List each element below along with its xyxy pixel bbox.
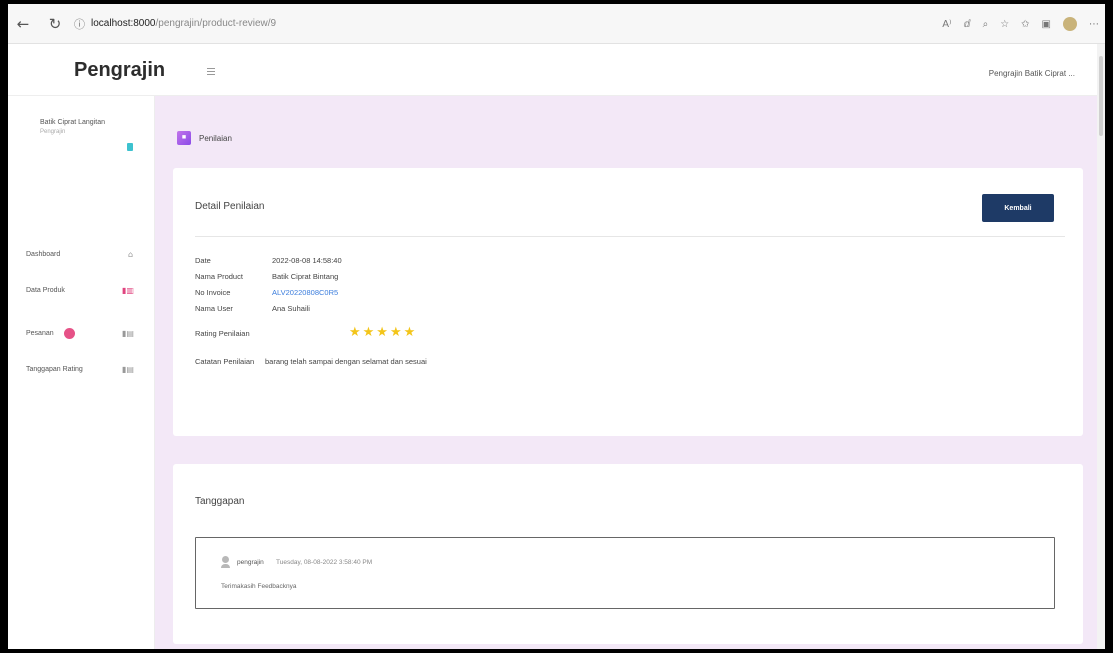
detail-card: Detail Penilaian Kembali Date 2022-08-08… — [173, 168, 1083, 436]
scrollbar-thumb[interactable] — [1099, 56, 1103, 136]
sidebar-item-label: Pesanan — [26, 330, 54, 337]
sidebar-item-label: Dashboard — [26, 251, 61, 258]
comment-time: Tuesday, 08-08-2022 3:58:40 PM — [276, 559, 373, 566]
comment-item: pengrajin Tuesday, 08-08-2022 3:58:40 PM… — [195, 537, 1055, 609]
field-value: Ana Suhaili — [272, 304, 310, 313]
user-menu[interactable]: Pengrajin Batik Ciprat ... — [989, 69, 1075, 78]
field-value: 2022-08-08 14:58:40 — [272, 256, 342, 265]
page-scrollbar[interactable] — [1097, 44, 1105, 649]
invoice-link[interactable]: ALV20220808C0R5 — [272, 288, 338, 297]
back-button[interactable]: Kembali — [982, 194, 1054, 222]
sidebar-item-data-produk[interactable]: Data Produk ▮▥ — [26, 286, 134, 295]
card-title: Tanggapan — [195, 496, 245, 507]
home-icon: ⌂ — [128, 250, 134, 259]
field-value: Batik Ciprat Bintang — [272, 272, 339, 281]
browser-actions: A⁾ ⅆ ⌕ ☆ ✩ ▣ ⋯ — [942, 4, 1099, 44]
field-label: Nama User — [195, 304, 233, 313]
profile-name: Batik Ciprat Langitan — [40, 119, 105, 126]
review-icon: ■ — [177, 131, 191, 145]
profile-icon[interactable] — [1063, 17, 1077, 31]
browser-toolbar: ← ↻ ⓘ localhost:8000 /pengrajin/product-… — [8, 4, 1105, 44]
favorites-icon[interactable]: ✩ — [1021, 19, 1029, 30]
app-window: ← ↻ ⓘ localhost:8000 /pengrajin/product-… — [8, 4, 1105, 649]
sidebar-profile: Batik Ciprat Langitan Pengrajin — [40, 119, 105, 135]
divider — [195, 236, 1065, 237]
immersive-reader-icon[interactable]: ⅆ — [963, 19, 970, 30]
field-value: barang telah sampai dengan selamat dan s… — [265, 357, 427, 366]
comment-text: Terimakasih Feedbacknya — [221, 583, 297, 590]
profile-role: Pengrajin — [40, 129, 66, 135]
response-card: Tanggapan pengrajin Tuesday, 08-08-2022 … — [173, 464, 1083, 644]
page-header: ■ Penilaian — [177, 131, 232, 145]
collections-icon[interactable]: ☆ — [1000, 19, 1009, 30]
page-title: Penilaian — [199, 133, 232, 143]
refresh-icon[interactable]: ↻ — [44, 15, 66, 33]
back-arrow-icon[interactable]: ← — [12, 15, 34, 33]
main-content: ■ Penilaian Detail Penilaian Kembali Dat… — [155, 96, 1105, 649]
info-icon[interactable]: ⓘ — [74, 16, 85, 32]
sidebar-item-tanggapan-rating[interactable]: Tanggapan Rating ▮▤ — [26, 365, 134, 374]
avatar-icon — [221, 556, 230, 568]
field-label: Catatan Penilaian — [195, 357, 255, 366]
sidebar-item-label: Data Produk — [26, 287, 65, 294]
address-bar[interactable]: ⓘ localhost:8000 /pengrajin/product-revi… — [74, 16, 276, 32]
rating-icon: ▮▤ — [122, 365, 134, 374]
order-icon: ▮▤ — [122, 329, 134, 338]
profile-status-badge — [127, 143, 133, 151]
field-label: Nama Product — [195, 272, 243, 281]
url-host: localhost:8000 — [91, 18, 156, 29]
notification-badge — [63, 328, 75, 339]
product-icon: ▮▥ — [122, 286, 134, 295]
brand-logo[interactable]: Pengrajin — [74, 59, 165, 82]
comment-user: pengrajin — [237, 559, 264, 566]
more-icon[interactable]: ⋯ — [1089, 19, 1099, 30]
sidebar: Batik Ciprat Langitan Pengrajin Dashboar… — [8, 96, 155, 649]
field-label: Date — [195, 256, 211, 265]
rating-stars: ★★★★★ — [349, 325, 418, 340]
app-header: Pengrajin Pengrajin Batik Ciprat ... — [8, 44, 1105, 96]
field-label: No Invoice — [195, 288, 231, 297]
url-path: /pengrajin/product-review/9 — [155, 18, 277, 29]
sidebar-item-label: Tanggapan Rating — [26, 366, 83, 373]
zoom-icon[interactable]: ⌕ — [983, 19, 989, 30]
sidebar-item-pesanan[interactable]: Pesanan ▮▤ — [26, 328, 134, 339]
field-label: Rating Penilaian — [195, 329, 250, 338]
sidebar-item-dashboard[interactable]: Dashboard ⌂ — [26, 250, 133, 259]
menu-toggle-icon[interactable] — [207, 68, 215, 77]
read-aloud-icon[interactable]: A⁾ — [942, 19, 951, 30]
card-title: Detail Penilaian — [195, 201, 265, 212]
split-screen-icon[interactable]: ▣ — [1042, 19, 1051, 30]
